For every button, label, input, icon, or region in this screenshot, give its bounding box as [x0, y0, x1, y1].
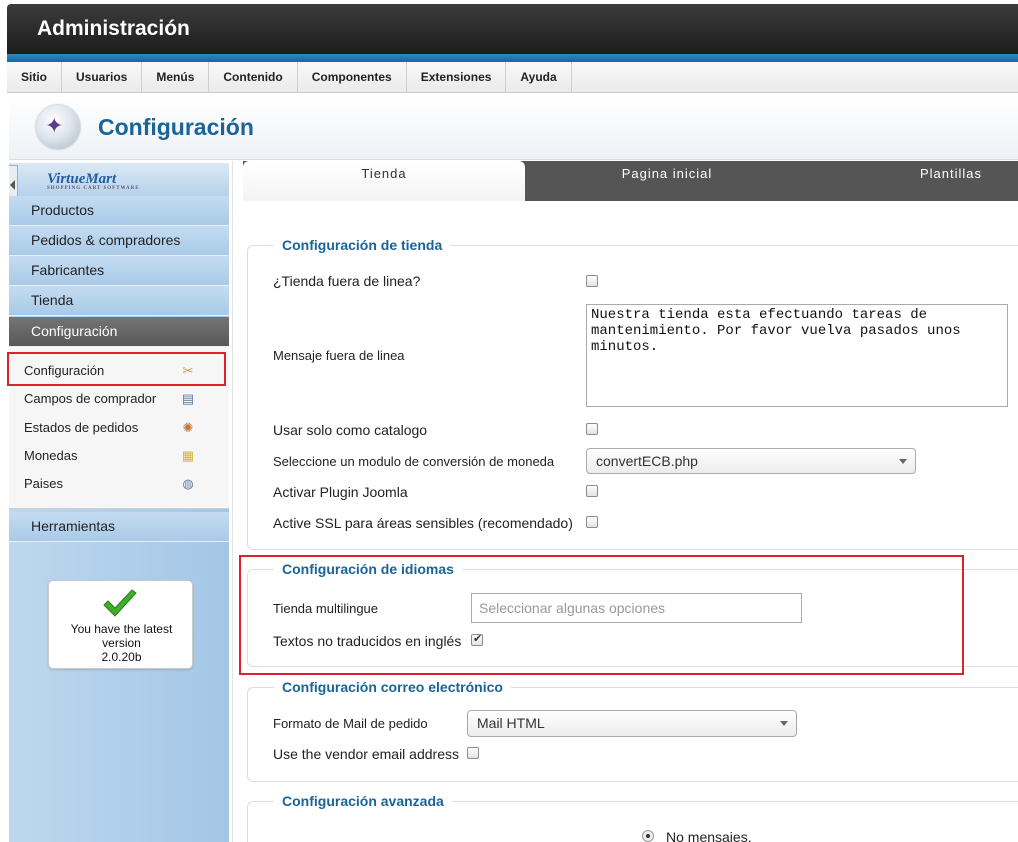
- currency-module-label: Seleccione un modulo de conversión de mo…: [273, 454, 555, 469]
- globe-icon: ◍: [182, 476, 194, 491]
- header-accent-strip: [7, 54, 1018, 62]
- store-config-fieldset: Configuración de tienda ¿Tienda fuera de…: [247, 237, 1018, 550]
- mail-format-select[interactable]: Mail HTML: [467, 710, 797, 737]
- highlight-language-config: [239, 555, 964, 675]
- chevron-down-icon: [780, 721, 788, 726]
- advanced-config-fieldset: Configuración avanzada No mensajes.: [247, 793, 1018, 842]
- coins-icon: ▦: [181, 448, 195, 463]
- main-content: Tienda Pagina inicial Plantillas Configu…: [232, 161, 1018, 842]
- mail-format-value: Mail HTML: [477, 715, 545, 731]
- ssl-label: Active SSL para áreas sensibles (recomen…: [273, 515, 573, 531]
- menu-item-menus[interactable]: Menús: [142, 62, 210, 93]
- main-menu: Sitio Usuarios Menús Contenido Component…: [7, 62, 1018, 93]
- catalog-checkbox[interactable]: [586, 423, 598, 435]
- brand-name: VirtueMart: [47, 171, 117, 187]
- version-line-1: You have the latest: [70, 622, 173, 636]
- subitem-label: Monedas: [24, 448, 78, 463]
- subitem-label: Campos de comprador: [24, 391, 157, 406]
- sidebar-item-pedidos[interactable]: Pedidos & compradores: [9, 226, 229, 256]
- store-config-legend: Configuración de tienda: [274, 237, 451, 253]
- offline-message-textarea[interactable]: Nuestra tienda esta efectuando tareas de…: [586, 304, 1008, 407]
- menu-item-usuarios[interactable]: Usuarios: [62, 62, 143, 93]
- tab-tienda[interactable]: Tienda: [243, 161, 525, 201]
- advanced-config-legend: Configuración avanzada: [274, 793, 452, 809]
- chevron-down-icon: [899, 459, 907, 464]
- joomla-plugin-label: Activar Plugin Joomla: [273, 484, 408, 500]
- version-status-box: You have the latest version 2.0.20b: [48, 580, 193, 669]
- no-messages-label: No mensajes.: [666, 829, 752, 842]
- page-header: ✦ Configuración: [9, 96, 1018, 160]
- subitem-label: Estados de pedidos: [24, 420, 139, 435]
- user-fields-icon: ▤: [181, 391, 195, 406]
- tabs-bar: Tienda Pagina inicial Plantillas: [243, 161, 1018, 201]
- email-config-legend: Configuración correo electrónico: [274, 679, 511, 695]
- tab-pagina-inicial[interactable]: Pagina inicial: [525, 161, 809, 201]
- checkmark-icon: [103, 589, 137, 617]
- offline-label: ¿Tienda fuera de linea?: [273, 273, 421, 289]
- menu-item-extensiones[interactable]: Extensiones: [407, 62, 507, 93]
- sidebar-brand-header: VirtueMart SHOPPING CART SOFTWARE: [9, 163, 229, 196]
- menu-item-contenido[interactable]: Contenido: [209, 62, 298, 93]
- tab-plantillas[interactable]: Plantillas: [809, 161, 1018, 201]
- subitem-campos-comprador[interactable]: Campos de comprador ▤: [24, 387, 224, 411]
- order-status-icon: ✺: [182, 420, 194, 435]
- currency-module-select[interactable]: convertECB.php: [586, 448, 916, 474]
- menu-item-ayuda[interactable]: Ayuda: [506, 62, 572, 93]
- admin-title: Administración: [37, 17, 190, 40]
- sidebar-item-productos[interactable]: Productos: [9, 196, 229, 226]
- version-line-2: version: [102, 636, 141, 650]
- offline-checkbox[interactable]: [586, 275, 598, 287]
- sidebar-item-fabricantes[interactable]: Fabricantes: [9, 256, 229, 286]
- menu-item-sitio[interactable]: Sitio: [7, 62, 62, 93]
- offline-message-label: Mensaje fuera de linea: [273, 348, 405, 363]
- joomla-plugin-checkbox[interactable]: [586, 485, 598, 497]
- virtuemart-config-icon: ✦: [36, 105, 80, 149]
- version-number: 2.0.20b: [101, 650, 142, 664]
- admin-header: Administración: [7, 4, 1018, 54]
- subitem-monedas[interactable]: Monedas ▦: [24, 444, 224, 468]
- vendor-email-label: Use the vendor email address: [273, 746, 459, 762]
- vendor-email-checkbox[interactable]: [467, 747, 479, 759]
- ssl-checkbox[interactable]: [586, 516, 598, 528]
- sidebar-item-herramientas[interactable]: Herramientas: [9, 512, 229, 542]
- currency-module-value: convertECB.php: [596, 453, 698, 469]
- brand-tagline: SHOPPING CART SOFTWARE: [47, 186, 140, 191]
- version-text: You have the latest version 2.0.20b: [49, 622, 194, 664]
- menu-item-componentes[interactable]: Componentes: [298, 62, 407, 93]
- sidebar-item-configuracion[interactable]: Configuración: [9, 317, 229, 347]
- email-config-fieldset: Configuración correo electrónico Formato…: [247, 679, 1018, 782]
- subitem-label: Paises: [24, 476, 64, 491]
- sidebar-item-tienda[interactable]: Tienda: [9, 286, 229, 316]
- virtuemart-logo: VirtueMart SHOPPING CART SOFTWARE: [47, 171, 140, 191]
- highlight-configuracion-subitem: [7, 352, 226, 386]
- catalog-label: Usar solo como catalogo: [273, 422, 428, 438]
- page-title: Configuración: [98, 114, 254, 140]
- no-messages-radio[interactable]: [642, 830, 654, 842]
- mail-format-label: Formato de Mail de pedido: [273, 716, 428, 731]
- subitem-paises[interactable]: Paises ◍: [24, 472, 224, 496]
- sidebar: VirtueMart SHOPPING CART SOFTWARE Produc…: [9, 163, 229, 842]
- subitem-estados-pedidos[interactable]: Estados de pedidos ✺: [24, 416, 224, 440]
